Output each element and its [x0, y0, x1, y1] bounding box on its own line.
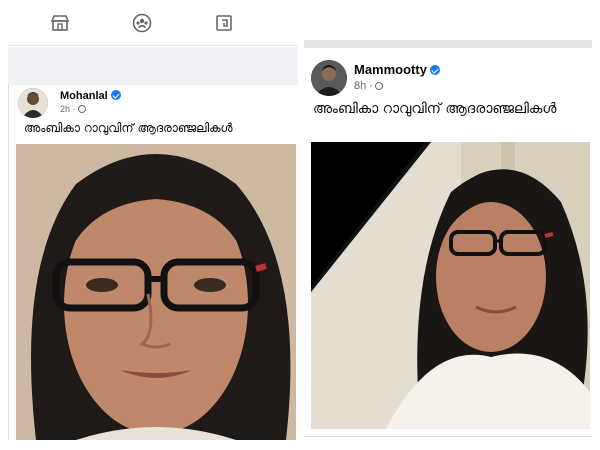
- post-time[interactable]: 8h ·: [354, 80, 383, 92]
- facebook-top-nav: [8, 0, 298, 46]
- mammootty-avatar[interactable]: [311, 60, 347, 96]
- screenshot-collage: Mohanlal 2h · അംബികാ റാവുവിന് ആദരാഞ്ജലിക…: [0, 0, 600, 450]
- verified-badge-icon: [110, 90, 121, 100]
- post-photo[interactable]: [16, 144, 296, 440]
- feed-divider: [8, 47, 298, 85]
- gaming-icon[interactable]: [214, 13, 234, 33]
- feed-divider: [304, 40, 592, 48]
- mohanlal-avatar[interactable]: [18, 88, 48, 118]
- author-name[interactable]: Mammootty: [354, 62, 440, 77]
- post-time[interactable]: 2h ·: [60, 104, 86, 114]
- post-photo[interactable]: [311, 142, 590, 429]
- post-caption: അംബികാ റാവുവിന് ആദരാഞ്ജലികൾ: [24, 121, 233, 135]
- author-name[interactable]: Mohanlal: [60, 90, 121, 102]
- post-caption: അംബികാ റാവുവിന് ആദരാഞ്ജലികൾ: [313, 101, 557, 117]
- card-bottom-border: [304, 436, 592, 437]
- globe-icon: [77, 105, 86, 113]
- verified-badge-icon: [429, 65, 440, 75]
- groups-icon[interactable]: [132, 13, 152, 33]
- globe-icon: [374, 82, 383, 90]
- store-icon[interactable]: [50, 13, 70, 33]
